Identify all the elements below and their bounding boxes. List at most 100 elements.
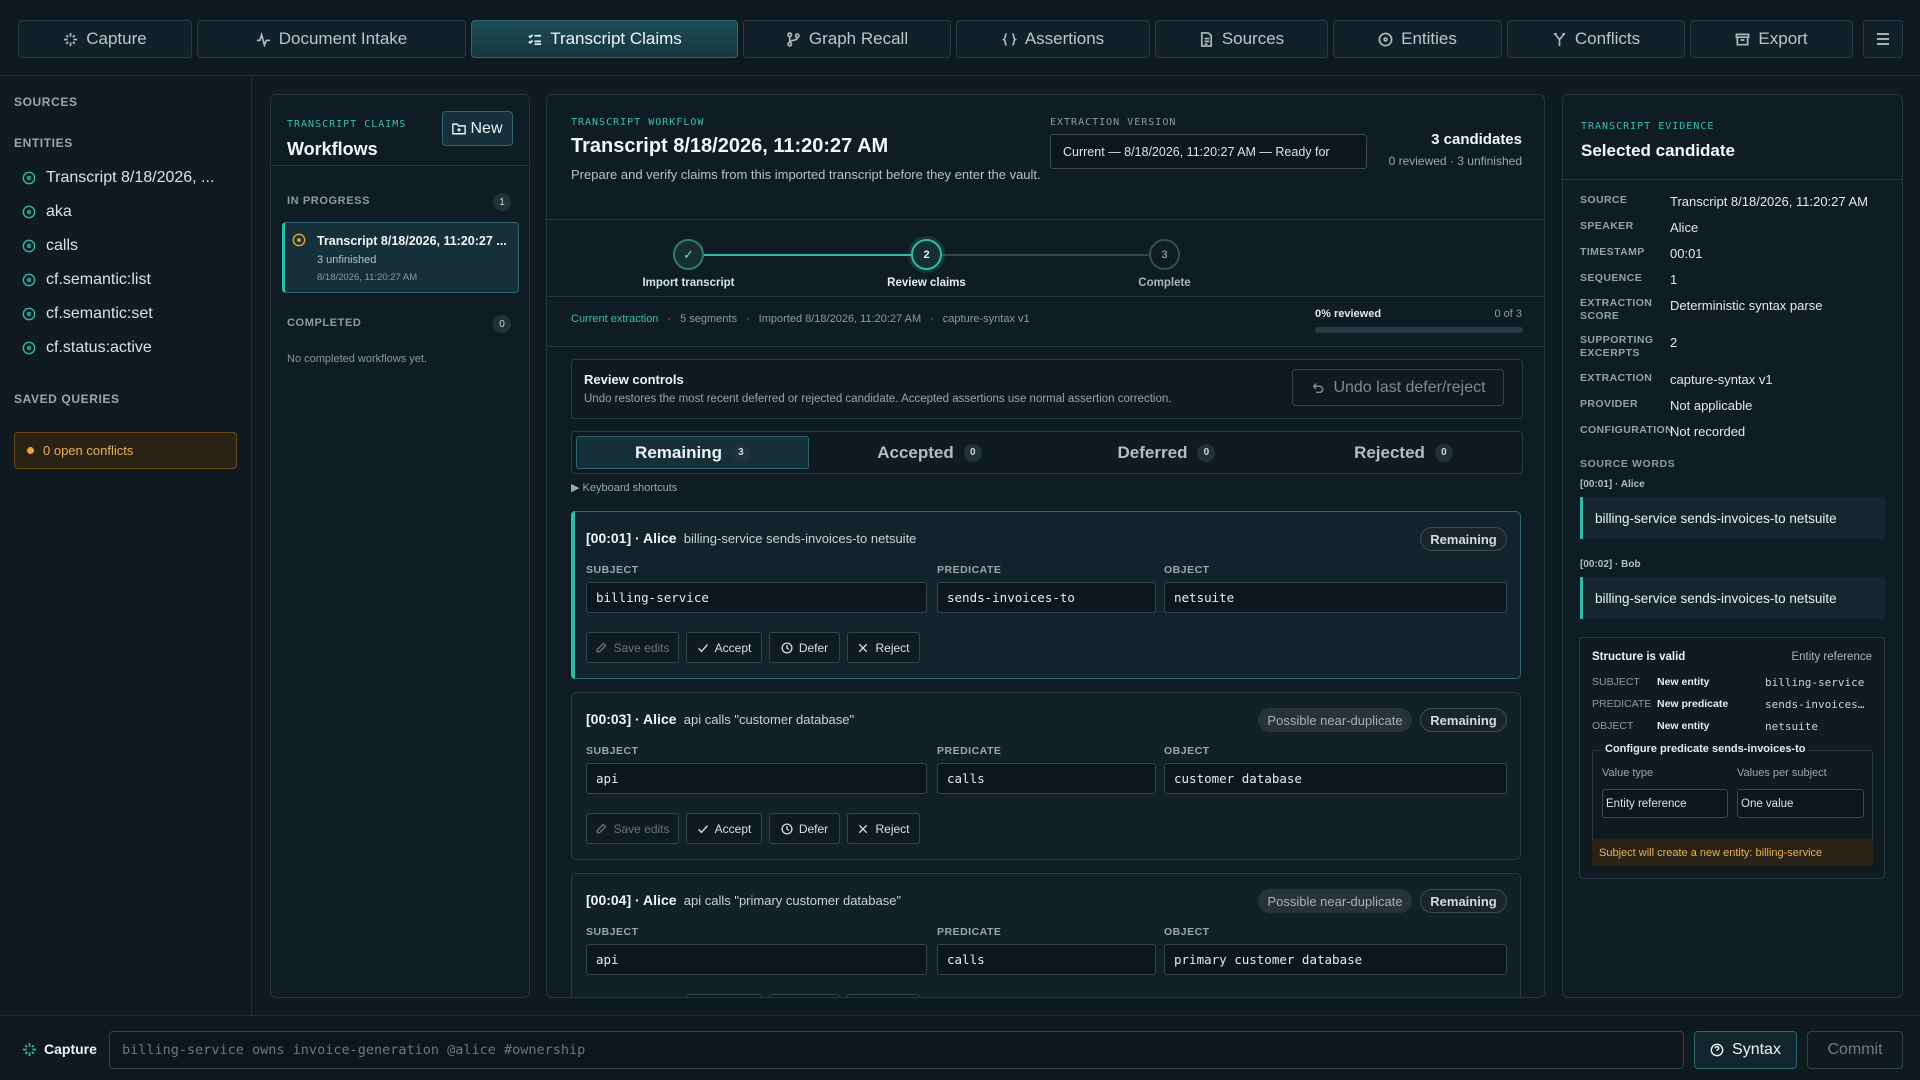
structure-key: PREDICATE [1592, 698, 1652, 710]
help-icon [1710, 1043, 1724, 1057]
defer-button[interactable]: Defer [769, 813, 840, 844]
field-key: EXTRACTION [1580, 372, 1653, 384]
predicate-label: PREDICATE [937, 926, 1002, 938]
field-key: SOURCE [1580, 194, 1628, 206]
subject-label: SUBJECT [586, 926, 639, 938]
tab-label: Entities [1401, 29, 1457, 48]
tab-conflicts[interactable]: Conflicts [1507, 20, 1685, 58]
subject-input[interactable]: api [586, 944, 927, 975]
new-label: New [470, 119, 503, 137]
reject-button[interactable]: Reject [847, 813, 920, 844]
branch-icon [787, 31, 800, 47]
archive-icon [1735, 33, 1750, 45]
pencil-icon [597, 823, 607, 833]
sidebar-entity[interactable]: aka [22, 203, 72, 221]
document-icon [1200, 31, 1212, 47]
structure-value: sends-invoices… [1765, 698, 1865, 711]
extraction-version-select[interactable]: Current — 8/18/2026, 11:20:27 AM — Ready… [1050, 134, 1367, 169]
sidebar-entity[interactable]: cf.status:active [22, 339, 152, 357]
reject-button[interactable] [847, 994, 920, 997]
tab-document-intake[interactable]: Document Intake [197, 20, 466, 58]
claim-card[interactable]: [00:01] · Alice billing-service sends-in… [571, 511, 1521, 679]
accept-button[interactable]: Accept [686, 632, 762, 663]
claim-header: [00:03] · Alice api calls "customer data… [586, 711, 854, 727]
structure-title: Structure is valid [1592, 651, 1686, 663]
filter-count: 0 [1434, 443, 1453, 462]
reject-button[interactable]: Reject [847, 632, 920, 663]
claim-card[interactable]: [00:04] · Alice api calls "primary custo… [571, 873, 1521, 997]
object-input[interactable]: primary customer database [1164, 944, 1507, 975]
save-label: Save edits [613, 821, 670, 836]
menu-button[interactable] [1863, 20, 1903, 58]
filter-tab-remaining[interactable]: Remaining 3 [576, 436, 809, 469]
step-import-circle: ✓ [673, 239, 704, 270]
value-type-label: Value type [1602, 767, 1654, 779]
capture-bar: Capture Syntax Commit [0, 1015, 1920, 1080]
tab-sources[interactable]: Sources [1155, 20, 1328, 58]
workflow-item[interactable]: Transcript 8/18/2026, 11:20:27 ... 3 unf… [282, 222, 519, 293]
predicate-input[interactable]: calls [937, 763, 1156, 794]
tab-assertions[interactable]: Assertions [956, 20, 1150, 58]
save-edits-button[interactable]: Save edits [586, 813, 679, 844]
tab-export[interactable]: Export [1690, 20, 1853, 58]
clock-icon [781, 822, 793, 835]
sources-heading: SOURCES [14, 95, 78, 109]
tab-capture[interactable]: Capture [18, 20, 192, 58]
sequence-value: 1 [1670, 272, 1678, 287]
subject-input[interactable]: api [586, 763, 927, 794]
defer-button[interactable]: Defer [769, 632, 840, 663]
tab-transcript-claims[interactable]: Transcript Claims [471, 20, 738, 58]
source-word-speaker: [00:02] · Bob [1580, 559, 1641, 570]
keyboard-shortcuts-toggle[interactable]: ▶ Keyboard shortcuts [571, 481, 677, 494]
new-workflow-button[interactable]: New [442, 111, 513, 146]
value-type-select[interactable]: Entity reference [1602, 789, 1728, 818]
tab-label: Graph Recall [808, 29, 909, 48]
tab-entities[interactable]: Entities [1333, 20, 1502, 58]
undo-button[interactable]: Undo last defer/reject [1292, 369, 1504, 406]
step-complete-label: Complete [1138, 277, 1191, 289]
current-extraction-link[interactable]: Current extraction [571, 313, 658, 325]
field-key: SUPPORTING EXCERPTS [1580, 334, 1654, 359]
extraction-meta: Current extraction · 5 segments · Imported… [571, 313, 1030, 325]
speaker-value: Alice [1670, 220, 1699, 235]
subject-input[interactable]: billing-service [586, 582, 927, 613]
sidebar-entity[interactable]: cf.semantic:list [22, 271, 151, 289]
predicate-input[interactable]: sends-invoices-to [937, 582, 1156, 613]
save-edits-button[interactable]: Save edits [586, 632, 679, 663]
claim-text: api calls "primary customer database" [683, 893, 902, 908]
structure-type: Entity reference [1791, 651, 1872, 663]
entity-icon [22, 171, 36, 185]
entity-icon [22, 239, 36, 253]
open-conflicts-badge[interactable]: 0 open conflicts [14, 432, 237, 469]
extraction-version-label: EXTRACTION VERSION [1050, 117, 1177, 128]
commit-button[interactable]: Commit [1807, 1031, 1903, 1069]
candidates-subtext: 0 reviewed · 3 unfinished [1388, 154, 1522, 168]
step-review-label: Review claims [887, 277, 966, 289]
object-input[interactable]: netsuite [1164, 582, 1507, 613]
source-words-heading: SOURCE WORDS [1580, 458, 1676, 470]
tab-graph-recall[interactable]: Graph Recall [743, 20, 951, 58]
accept-button[interactable]: Accept [686, 813, 762, 844]
capture-bar-label: Capture [22, 1041, 97, 1057]
claim-card[interactable]: [00:03] · Alice api calls "customer data… [571, 692, 1521, 860]
accept-button[interactable] [686, 994, 762, 997]
defer-button[interactable] [769, 994, 840, 997]
filter-tab-rejected[interactable]: Rejected 0 [1287, 436, 1520, 469]
sidebar-entity[interactable]: cf.semantic:set [22, 305, 153, 323]
sidebar-entity[interactable]: Transcript 8/18/2026, ... [22, 169, 214, 187]
capture-input[interactable] [109, 1031, 1684, 1069]
workflow-eyebrow: TRANSCRIPT WORKFLOW [571, 117, 705, 128]
field-key: PROVIDER [1580, 398, 1639, 410]
predicate-input[interactable]: calls [937, 944, 1156, 975]
parser-version: capture-syntax v1 [942, 313, 1030, 325]
workflow-description: Prepare and verify claims from this impo… [571, 167, 1041, 182]
close-icon [859, 643, 868, 652]
filter-tab-deferred[interactable]: Deferred 0 [1050, 436, 1283, 469]
syntax-button[interactable]: Syntax [1694, 1031, 1797, 1069]
sidebar-entity[interactable]: calls [22, 237, 78, 255]
per-subject-select[interactable]: One value [1737, 789, 1864, 818]
folder-plus-icon [452, 123, 467, 135]
object-input[interactable]: customer database [1164, 763, 1507, 794]
filter-tab-accepted[interactable]: Accepted 0 [813, 436, 1046, 469]
list-check-icon [528, 33, 542, 45]
